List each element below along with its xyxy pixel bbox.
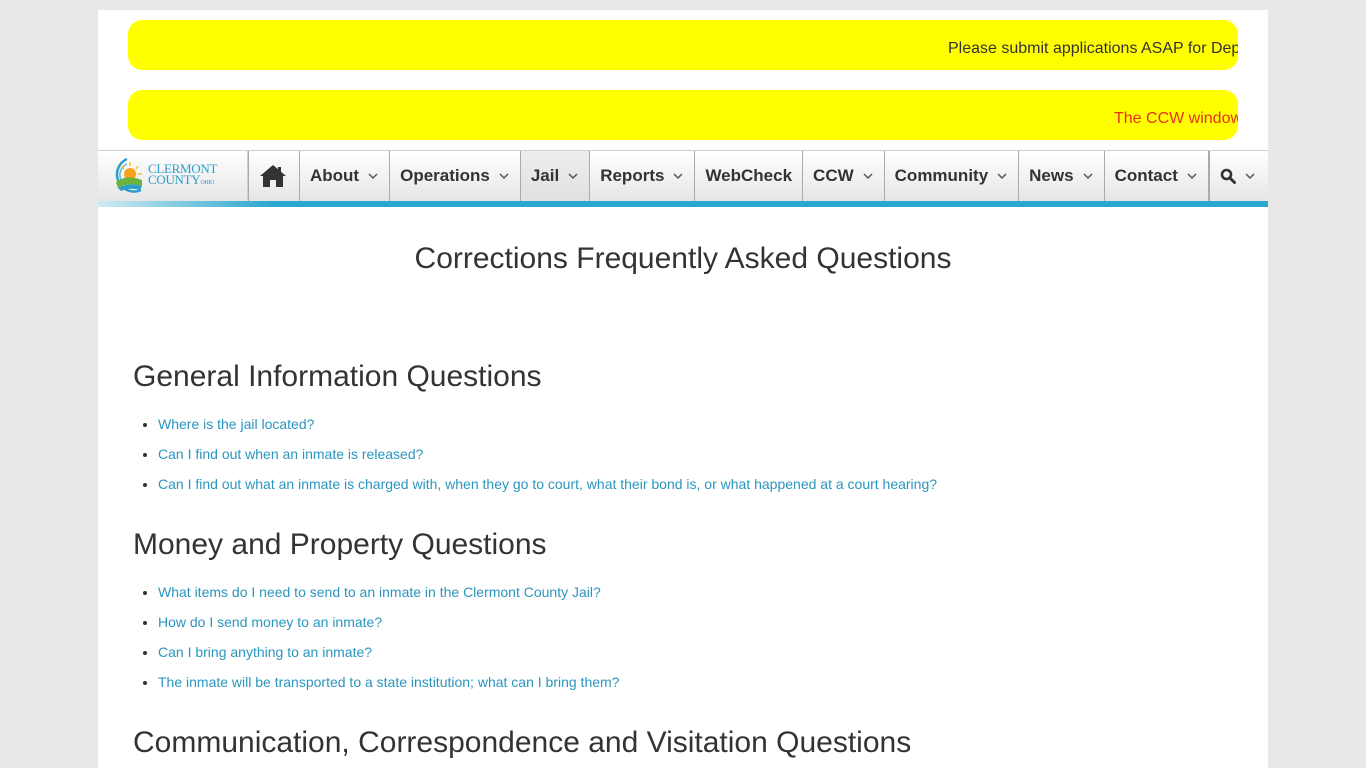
nav-home-button[interactable] xyxy=(248,151,300,201)
list-item: The inmate will be transported to a stat… xyxy=(158,673,619,691)
list-item: Where is the jail located? xyxy=(158,415,937,433)
main-navbar: CLERMONT COUNTYOHIO About Operations Jai… xyxy=(98,150,1268,202)
nav-search-button[interactable] xyxy=(1210,151,1268,201)
alert-banner-ccw: The CCW window xyxy=(128,90,1238,140)
nav-item-operations[interactable]: Operations xyxy=(390,151,521,201)
faq-link[interactable]: Can I find out when an inmate is release… xyxy=(158,446,423,462)
faq-link[interactable]: How do I send money to an inmate? xyxy=(158,614,382,630)
chevron-down-icon xyxy=(863,173,873,180)
chevron-down-icon xyxy=(499,173,509,180)
alert-banner-applications: Please submit applications ASAP for Dep xyxy=(128,20,1238,70)
county-logo-icon xyxy=(115,157,142,193)
alert-marquee-text[interactable]: Please submit applications ASAP for Dep xyxy=(948,40,1238,58)
page-title: Corrections Frequently Asked Questions xyxy=(414,242,952,275)
clermont-county-logo[interactable]: CLERMONT COUNTYOHIO xyxy=(98,151,248,201)
list-item: Can I bring anything to an inmate? xyxy=(158,643,619,661)
nav-item-jail[interactable]: Jail xyxy=(520,151,591,201)
list-item: How do I send money to an inmate? xyxy=(158,613,619,631)
faq-link[interactable]: Where is the jail located? xyxy=(158,416,314,432)
faq-link[interactable]: Can I find out what an inmate is charged… xyxy=(158,476,937,492)
list-item: Can I find out what an inmate is charged… xyxy=(158,475,937,493)
chevron-down-icon xyxy=(673,173,683,180)
nav-item-webcheck[interactable]: WebCheck xyxy=(695,151,804,201)
section-heading-communication: Communication, Correspondence and Visita… xyxy=(133,726,912,759)
chevron-down-icon xyxy=(568,173,578,180)
chevron-down-icon xyxy=(368,173,378,180)
section-heading-money: Money and Property Questions xyxy=(133,528,547,561)
chevron-down-icon xyxy=(1187,173,1197,180)
nav-item-news[interactable]: News xyxy=(1019,151,1105,201)
search-icon xyxy=(1220,168,1236,184)
nav-item-about[interactable]: About xyxy=(300,151,391,201)
chevron-down-icon xyxy=(1083,173,1093,180)
list-item: Can I find out when an inmate is release… xyxy=(158,445,937,463)
faq-list-general: Where is the jail located? Can I find ou… xyxy=(158,415,937,505)
faq-link[interactable]: What items do I need to send to an inmat… xyxy=(158,584,601,600)
faq-link[interactable]: The inmate will be transported to a stat… xyxy=(158,674,619,690)
faq-link[interactable]: Can I bring anything to an inmate? xyxy=(158,644,372,660)
alert-marquee-text[interactable]: The CCW window xyxy=(1114,110,1238,128)
chevron-down-icon xyxy=(1245,173,1255,180)
nav-item-reports[interactable]: Reports xyxy=(590,151,696,201)
chevron-down-icon xyxy=(997,173,1007,180)
nav-accent-bar xyxy=(98,201,1268,207)
faq-list-money: What items do I need to send to an inmat… xyxy=(158,583,619,703)
list-item: What items do I need to send to an inmat… xyxy=(158,583,619,601)
home-icon xyxy=(260,165,286,187)
section-heading-general: General Information Questions xyxy=(133,360,542,393)
nav-item-contact[interactable]: Contact xyxy=(1105,151,1209,201)
logo-text: CLERMONT COUNTYOHIO xyxy=(148,161,218,187)
nav-item-community[interactable]: Community xyxy=(885,151,1020,201)
nav-item-ccw[interactable]: CCW xyxy=(803,151,885,201)
page-container: Please submit applications ASAP for Dep … xyxy=(98,10,1268,768)
